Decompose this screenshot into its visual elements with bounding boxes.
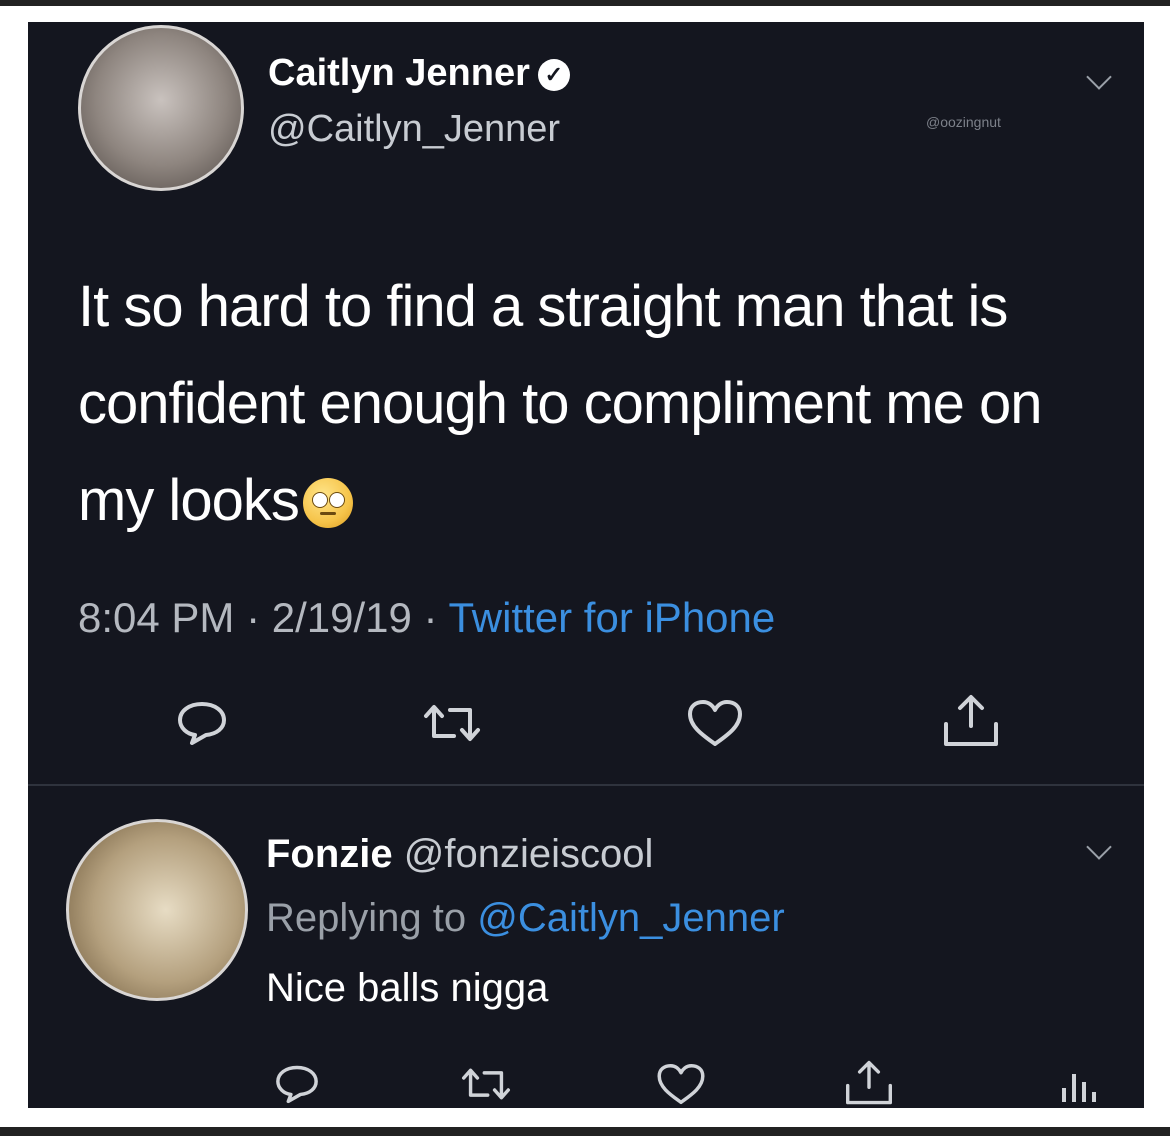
author-name-line[interactable]: Caitlyn Jenner ✓ [268, 52, 570, 95]
replying-to-line: Replying to @Caitlyn_Jenner [266, 896, 785, 941]
retweet-icon[interactable] [458, 1066, 514, 1102]
replying-to-mention[interactable]: @Caitlyn_Jenner [477, 896, 784, 940]
share-icon[interactable] [842, 1060, 896, 1106]
tweet-timestamp: 8:04 PM · 2/19/19 · [78, 594, 449, 641]
tweet-body: It so hard to find a straight man that i… [78, 258, 1118, 549]
tweet-text: It so hard to find a straight man that i… [78, 274, 1043, 533]
top-border [0, 0, 1170, 6]
like-icon[interactable] [654, 1062, 708, 1106]
replying-to-prefix: Replying to [266, 896, 478, 940]
reply-author-name[interactable]: Fonzie [266, 832, 393, 876]
watermark: @oozingnut [926, 114, 1001, 130]
retweet-icon[interactable] [420, 702, 484, 744]
tweet-action-bar [28, 694, 1144, 750]
share-icon[interactable] [940, 694, 1002, 748]
reply-author-avatar[interactable] [66, 819, 248, 1001]
verified-icon: ✓ [537, 59, 570, 91]
author-handle[interactable]: @Caitlyn_Jenner [268, 108, 560, 151]
divider [28, 784, 1144, 786]
chevron-down-icon[interactable] [1086, 834, 1112, 860]
reply-action-bar [28, 1060, 1144, 1108]
author-avatar[interactable] [78, 25, 244, 191]
reply-author-line[interactable]: Fonzie @fonzieiscool [266, 832, 653, 877]
reply-icon[interactable] [274, 1064, 320, 1104]
bottom-border [0, 1127, 1170, 1136]
reply-icon[interactable] [176, 700, 228, 746]
analytics-icon[interactable] [1058, 1068, 1098, 1108]
rolling-eyes-emoji [302, 478, 353, 528]
author-name[interactable]: Caitlyn Jenner [268, 52, 530, 94]
reply-author-handle[interactable]: @fonzieiscool [404, 832, 654, 876]
chevron-down-icon[interactable] [1086, 64, 1112, 90]
tweet-meta: 8:04 PM · 2/19/19 · Twitter for iPhone [78, 594, 775, 642]
like-icon[interactable] [684, 698, 746, 748]
tweet-source-link[interactable]: Twitter for iPhone [448, 594, 775, 641]
reply-text: Nice balls nigga [266, 966, 549, 1010]
tweet-thread-screenshot: Caitlyn Jenner ✓ @Caitlyn_Jenner @oozingn… [28, 22, 1144, 1108]
